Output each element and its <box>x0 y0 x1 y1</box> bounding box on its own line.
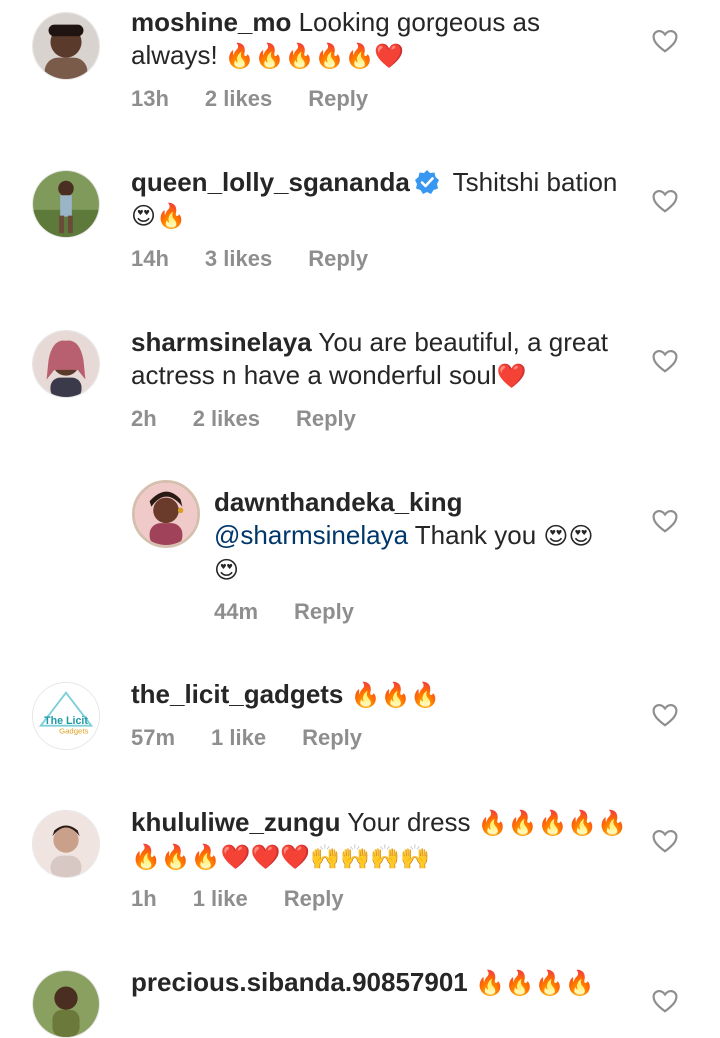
comment-time: 2h <box>131 406 157 431</box>
comment-likes[interactable]: 2 likes <box>193 406 260 431</box>
comment-meta: 44m Reply <box>214 599 390 625</box>
comment-meta: 14h 3 likes Reply <box>131 246 404 272</box>
comment-username[interactable]: queen_lolly_sgananda <box>131 167 410 197</box>
comment-time: 57m <box>131 725 176 750</box>
comment-username[interactable]: precious.sibanda.90857901 <box>131 967 468 997</box>
heart-outline-icon[interactable] <box>652 509 678 533</box>
comment-emoji: 🔥🔥🔥🔥 <box>474 969 595 997</box>
reply-button[interactable]: Reply <box>308 246 368 271</box>
comment-username[interactable]: dawnthandeka_king <box>214 487 463 517</box>
comment-likes[interactable]: 1 like <box>211 725 266 750</box>
comment-body: queen_lolly_sgananda Tshitshi bation 😍🔥 <box>131 166 631 233</box>
heart-outline-icon[interactable] <box>652 349 678 373</box>
comment-body: dawnthandeka_king @sharmsinelaya Thank yo… <box>214 486 614 587</box>
comment-time: 44m <box>214 599 259 624</box>
reply-button[interactable]: Reply <box>284 886 344 911</box>
comment-meta: 13h 2 likes Reply <box>131 86 404 112</box>
comment-emoji: 🔥🔥🔥 <box>350 681 441 709</box>
heart-outline-icon[interactable] <box>652 703 678 727</box>
comment-text <box>343 679 350 709</box>
comment-username[interactable]: moshine_mo <box>131 7 291 37</box>
comment-emoji: 🔥🔥🔥🔥🔥❤️ <box>224 42 405 70</box>
avatar[interactable] <box>32 970 100 1038</box>
reply-button[interactable]: Reply <box>294 599 354 624</box>
avatar[interactable] <box>32 810 100 878</box>
avatar[interactable] <box>32 170 100 238</box>
mention-link[interactable]: @sharmsinelaya <box>214 520 408 550</box>
comment-body: precious.sibanda.90857901 🔥🔥🔥🔥 <box>131 966 651 1000</box>
avatar[interactable] <box>32 330 100 398</box>
comment-text: Tshitshi bation <box>445 167 618 197</box>
comment-username[interactable]: the_licit_gadgets <box>131 679 343 709</box>
comment-meta: 1h 1 like Reply <box>131 886 380 912</box>
comment-emoji: ❤️ <box>496 362 527 390</box>
comment-body: the_licit_gadgets 🔥🔥🔥 <box>131 678 631 712</box>
comment-meta: 57m 1 like Reply <box>131 725 398 751</box>
avatar[interactable] <box>132 480 200 548</box>
heart-outline-icon[interactable] <box>652 29 678 53</box>
logo-text: The Licit <box>44 715 88 727</box>
heart-outline-icon[interactable] <box>652 829 678 853</box>
comment-text <box>468 967 475 997</box>
comment-text: Thank you <box>408 520 544 550</box>
comment-text: Your dress <box>340 807 478 837</box>
comment-emoji: 😍🔥 <box>131 202 186 230</box>
comment-time: 13h <box>131 86 169 111</box>
heart-outline-icon[interactable] <box>652 989 678 1013</box>
comment-time: 1h <box>131 886 157 911</box>
reply-button[interactable]: Reply <box>296 406 356 431</box>
comment-time: 14h <box>131 246 169 271</box>
comment-likes[interactable]: 2 likes <box>205 86 272 111</box>
comment-body: khululiwe_zungu Your dress 🔥🔥🔥🔥🔥🔥🔥🔥❤️❤️❤… <box>131 806 631 874</box>
comment-body: sharmsinelaya You are beautiful, a great… <box>131 326 631 393</box>
logo-text: Gadgets <box>59 726 88 735</box>
avatar[interactable] <box>32 12 100 80</box>
reply-button[interactable]: Reply <box>308 86 368 111</box>
heart-outline-icon[interactable] <box>652 189 678 213</box>
comment-username[interactable]: khululiwe_zungu <box>131 807 340 837</box>
avatar[interactable]: The Licit Gadgets <box>32 682 100 750</box>
verified-badge-icon <box>414 169 440 195</box>
reply-button[interactable]: Reply <box>302 725 362 750</box>
comment-username[interactable]: sharmsinelaya <box>131 327 312 357</box>
comment-likes[interactable]: 3 likes <box>205 246 272 271</box>
comment-meta: 2h 2 likes Reply <box>131 406 392 432</box>
comment-body: moshine_mo Looking gorgeous as always! 🔥… <box>131 6 631 73</box>
comment-likes[interactable]: 1 like <box>193 886 248 911</box>
